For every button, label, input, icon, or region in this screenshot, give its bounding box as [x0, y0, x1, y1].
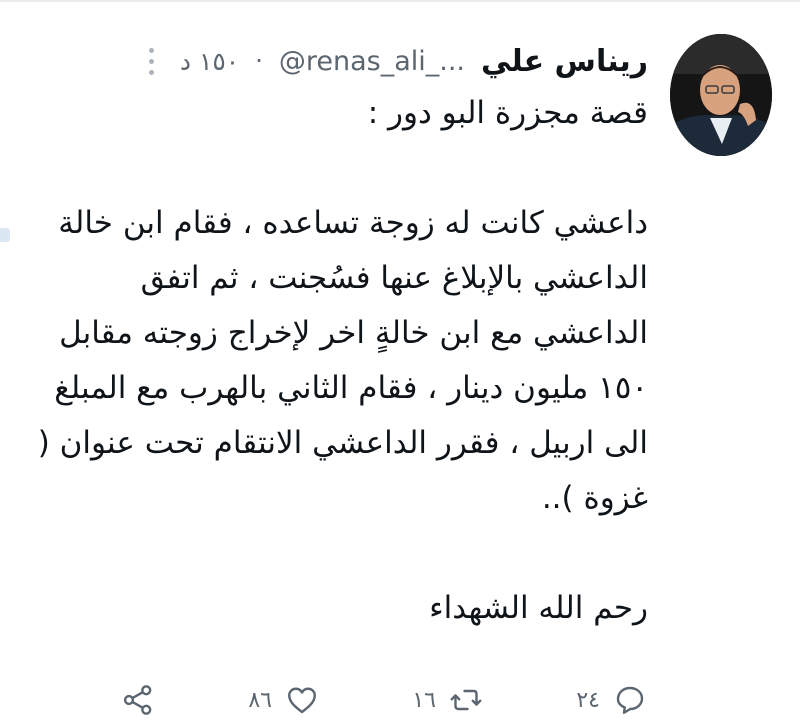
tweet-text: قصة مجزرة البو دور : داعشي كانت له زوجة … [37, 95, 648, 626]
profile-photo [670, 34, 772, 156]
heart-icon [288, 687, 316, 714]
like-count: ٨٦ [248, 687, 272, 713]
more-vertical-icon[interactable] [148, 47, 154, 75]
tweet-header: ريناس علي @renas_ali_... · ١٥٠ د [148, 38, 648, 84]
retweet-icon [450, 689, 482, 711]
like-button[interactable]: ٨٦ [248, 682, 320, 718]
share-icon [123, 685, 152, 715]
left-edge-marker [0, 228, 10, 242]
display-name[interactable]: ريناس علي [481, 44, 648, 79]
user-handle[interactable]: @renas_ali_... [279, 46, 465, 77]
tweet-time[interactable]: ١٥٠ د [180, 47, 239, 76]
share-button[interactable] [120, 682, 156, 718]
reply-button[interactable]: ٢٤ [576, 682, 648, 718]
reply-icon [616, 686, 644, 714]
retweet-count: ١٦ [412, 687, 436, 713]
separator-dot: · [255, 47, 263, 75]
reply-count: ٢٤ [576, 687, 600, 713]
avatar[interactable] [670, 34, 772, 156]
tweet-actions: ٢٤ ١٦ ٨٦ [120, 680, 648, 720]
retweet-button[interactable]: ١٦ [412, 682, 484, 718]
top-divider [0, 0, 800, 2]
